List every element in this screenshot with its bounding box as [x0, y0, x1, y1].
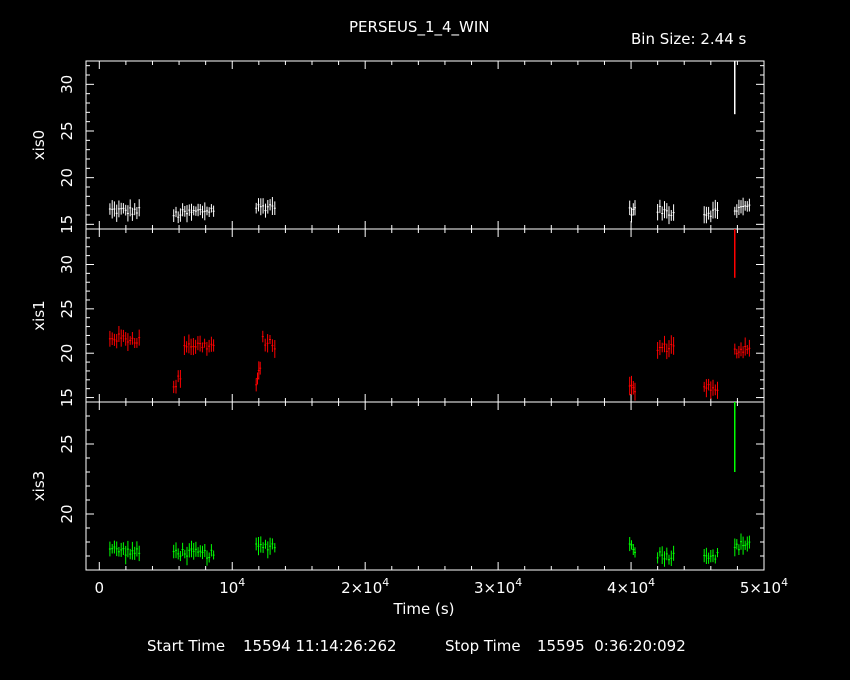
y-axis-label-xis0: xis0: [30, 130, 48, 160]
y-tick-label: 15: [58, 215, 76, 234]
x-tick-label: 104: [219, 576, 245, 597]
y-tick-label: 15: [58, 388, 76, 407]
y-tick-label: 30: [58, 75, 76, 94]
y-axis-label-xis3: xis3: [30, 471, 48, 501]
y-tick-label: 25: [58, 121, 76, 140]
y-tick-label: 20: [58, 344, 76, 363]
panel-frame-xis0: [85, 60, 765, 230]
start-time-label: Start Time: [147, 637, 226, 655]
y-axis-label-xis1: xis1: [30, 300, 48, 330]
x-tick-label: 2×104: [341, 576, 389, 597]
x-tick-label: 3×104: [474, 576, 522, 597]
x-tick-label: 5×104: [740, 576, 788, 597]
stop-time-value: 15595 0:36:20:092: [537, 637, 686, 655]
panel-frame-xis3: [85, 401, 765, 571]
x-axis-label: Time (s): [393, 600, 455, 618]
x-tick-label: 4×104: [607, 576, 655, 597]
start-time-value: 15594 11:14:26:262: [243, 637, 397, 655]
lightcurve-plot: 15 20 25 30 xis0 15 20 25 30 xis1 20 25 xis3 0 104 2×10…: [30, 60, 788, 618]
stop-time-label: Stop Time: [445, 637, 521, 655]
panel-frame-xis1: [85, 228, 765, 403]
y-tick-label: 20: [58, 168, 76, 187]
y-tick-label: 25: [58, 299, 76, 318]
y-tick-label: 20: [58, 504, 76, 523]
x-tick-label: 0: [95, 579, 105, 597]
y-tick-label: 30: [58, 255, 76, 274]
y-tick-label: 25: [58, 434, 76, 453]
